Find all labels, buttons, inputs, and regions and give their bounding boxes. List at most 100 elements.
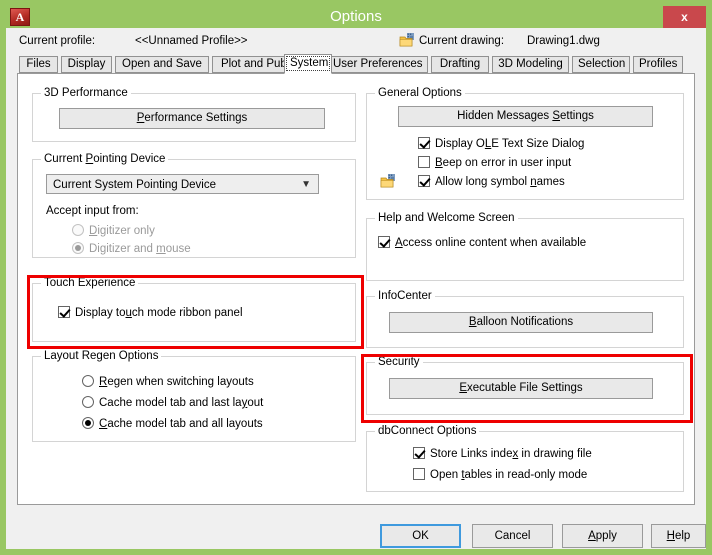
checkbox-open-tables-label: Open [430, 469, 462, 481]
checkbox-ole-label-rest: E Text Size Dialog [491, 138, 585, 150]
system-tab-panel: 3D Performance Performance Settings Curr… [17, 73, 695, 505]
checkbox-long-symbol-label: Allow long symbol [435, 176, 531, 188]
apply-mnemonic: A [588, 530, 596, 542]
radio-regen-switching-label: egen when switching layouts [107, 376, 254, 388]
close-icon[interactable]: x [663, 6, 706, 28]
checkbox-beep-on-error[interactable]: Beep on error in user input [418, 156, 571, 170]
tab-3d-modeling[interactable]: 3D Modeling [492, 56, 569, 73]
checkbox-display-touch-mode-ribbon-panel[interactable]: Display touch mode ribbon panel [58, 306, 243, 320]
tab-user-preferences[interactable]: User Preferences [327, 56, 428, 73]
checkbox-open-tables-label-rest: ables in read-only mode [464, 469, 588, 481]
help-label: elp [674, 530, 691, 542]
radio-regen-when-switching-layouts[interactable]: Regen when switching layouts [82, 375, 254, 389]
performance-settings-button[interactable]: Performance Settings [59, 108, 325, 129]
checkbox-access-online-content[interactable]: Access online content when available [378, 236, 586, 250]
group-touch-experience-title: Touch Experience [41, 277, 139, 290]
tab-focus-ring [286, 56, 330, 71]
group-help-welcome-title: Help and Welcome Screen [375, 212, 518, 225]
tab-selection[interactable]: Selection [572, 56, 630, 73]
pointing-device-value: Current System Pointing Device [53, 179, 216, 191]
tab-drafting[interactable]: Drafting [431, 56, 489, 73]
radio-digitizer-only[interactable]: Digitizer only [72, 224, 155, 238]
options-dialog: A Options x Current profile: <<Unnamed P… [0, 0, 712, 555]
checkbox-store-links-label: Store Links inde [430, 448, 513, 460]
tab-open-and-save[interactable]: Open and Save [115, 56, 209, 73]
help-button[interactable]: Help [651, 524, 706, 548]
group-layout-regen-title: Layout Regen Options [41, 350, 162, 363]
radio-digitizer-and-mouse[interactable]: Digitizer and mouse [72, 242, 191, 256]
tab-files[interactable]: Files [19, 56, 58, 73]
cancel-button[interactable]: Cancel [472, 524, 553, 548]
checkbox-ole-indicator [418, 137, 430, 149]
profile-row: Current profile: <<Unnamed Profile>> Cur… [6, 28, 706, 54]
current-drawing-value: Drawing1.dwg [527, 35, 600, 47]
current-profile-label: Current profile: [19, 35, 96, 47]
drawing-file-icon [399, 33, 414, 47]
group-3d-performance-title: 3D Performance [41, 87, 131, 100]
checkbox-access-online-label: ccess online content when available [402, 237, 587, 249]
current-drawing-label: Current drawing: [419, 35, 505, 47]
apply-label: pply [595, 530, 617, 542]
hidden-messages-settings-label: Hidden Messages [457, 110, 553, 122]
hidden-messages-settings-label-rest: ettings [560, 110, 594, 122]
group-dbconnect-options: dbConnect Options Store Links index in d… [366, 425, 684, 492]
radio-cache-last-label-rest: out [247, 397, 264, 409]
ok-button[interactable]: OK [380, 524, 461, 548]
group-3d-performance: 3D Performance Performance Settings [32, 87, 356, 142]
executable-file-settings-button[interactable]: Executable File Settings [389, 378, 653, 399]
group-security: Security Executable File Settings [366, 356, 684, 415]
apply-button[interactable]: Apply [562, 524, 643, 548]
tab-system[interactable]: System [284, 54, 332, 74]
radio-digitizer-and-mouse-indicator [72, 242, 84, 254]
balloon-notifications-mnemonic: B [468, 316, 477, 328]
group-layout-regen-options: Layout Regen Options Regen when switchin… [32, 350, 356, 442]
balloon-notifications-button[interactable]: Balloon Notifications [389, 312, 653, 333]
checkbox-long-symbol-indicator [418, 175, 430, 187]
checkbox-allow-long-symbol-names[interactable]: Allow long symbol names [418, 175, 565, 189]
tab-bar: Files Display Open and Save Plot and Pub… [6, 54, 706, 74]
tab-display[interactable]: Display [61, 56, 112, 73]
radio-digitizer-and-mouse-label-rest: ouse [165, 243, 191, 255]
checkbox-open-tables-indicator [413, 468, 425, 480]
title-bar: A Options x [6, 6, 706, 28]
checkbox-open-tables-read-only[interactable]: Open tables in read-only mode [413, 468, 587, 482]
checkbox-beep-indicator [418, 156, 430, 168]
checkbox-display-ole-text-size-dialog[interactable]: Display OLE Text Size Dialog [418, 137, 584, 151]
radio-cache-last-label: Cache model tab and last la [99, 397, 242, 409]
performance-settings-label-rest: erformance Settings [144, 112, 248, 124]
radio-digitizer-and-mouse-mnemonic: m [156, 243, 166, 255]
checkbox-long-symbol-label-rest: ames [536, 176, 565, 188]
group-general-options: General Options Hidden Messages Settings… [366, 87, 684, 200]
pointing-device-select[interactable]: Current System Pointing Device ▼ [46, 174, 319, 194]
group-security-title: Security [375, 356, 423, 369]
checkbox-access-online-indicator [378, 236, 390, 248]
tab-profiles[interactable]: Profiles [633, 56, 683, 73]
checkbox-display-touch-mode-label: Display to [75, 307, 126, 319]
radio-digitizer-and-mouse-label: Digitizer and [89, 243, 157, 255]
radio-cache-all-indicator [82, 417, 94, 429]
radio-cache-model-tab-and-last-layout[interactable]: Cache model tab and last layout [82, 396, 263, 410]
radio-cache-last-indicator [82, 396, 94, 408]
radio-regen-switching-indicator [82, 375, 94, 387]
checkbox-store-links-label-rest: in drawing file [518, 448, 592, 460]
checkbox-store-links-index[interactable]: Store Links index in drawing file [413, 447, 592, 461]
checkbox-access-online-mnemonic: A [395, 237, 403, 249]
group-help-welcome-screen: Help and Welcome Screen Access online co… [366, 212, 684, 281]
window-title: Options [330, 8, 382, 25]
checkbox-beep-label: eep on error in user input [442, 157, 572, 169]
radio-cache-model-tab-and-all-layouts[interactable]: Cache model tab and all layouts [82, 417, 263, 431]
help-mnemonic: H [666, 530, 675, 542]
checkbox-ole-label: Display O [435, 138, 485, 150]
drawing-file-icon [380, 174, 395, 188]
group-pointing-device: Current Pointing Device Current System P… [32, 153, 356, 258]
chevron-down-icon: ▼ [301, 179, 311, 190]
balloon-notifications-label: alloon Notifications [476, 316, 574, 328]
group-infocenter: InfoCenter Balloon Notifications [366, 290, 684, 348]
current-profile-value: <<Unnamed Profile>> [135, 35, 248, 47]
radio-digitizer-only-label: igitizer only [97, 225, 155, 237]
executable-file-settings-label: xecutable File Settings [466, 382, 583, 394]
checkbox-display-touch-mode-indicator [58, 306, 70, 318]
hidden-messages-settings-button[interactable]: Hidden Messages Settings [398, 106, 653, 127]
pointing-device-mnemonic: P [85, 153, 94, 165]
radio-cache-all-label: ache model tab and all layouts [107, 418, 263, 430]
